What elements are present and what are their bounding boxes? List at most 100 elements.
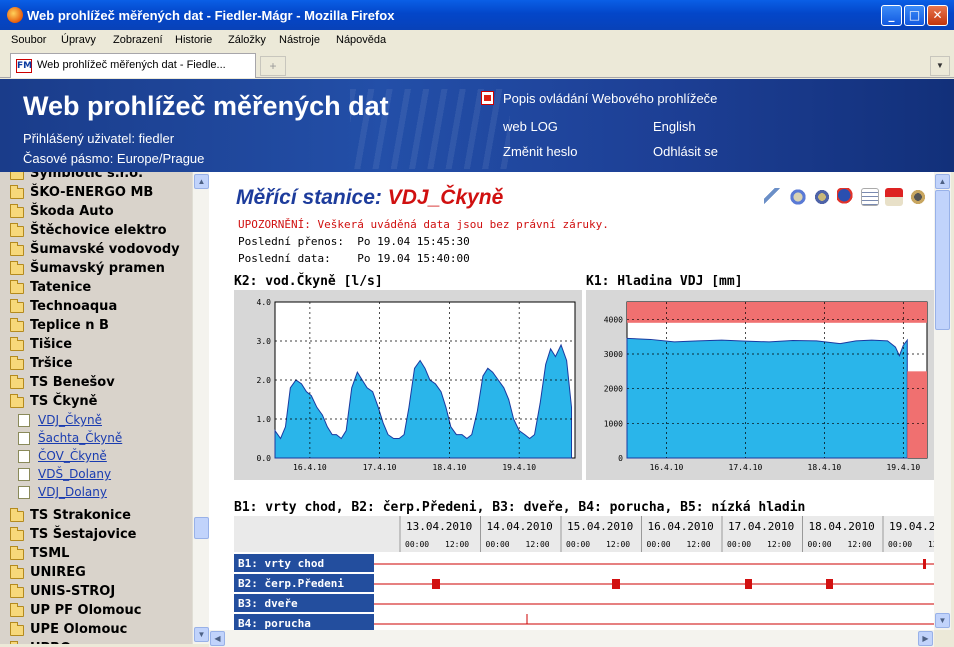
- tree-item-label: Škoda Auto: [30, 204, 114, 219]
- document-icon: [18, 468, 30, 481]
- menu-1[interactable]: Úpravy: [61, 34, 96, 46]
- minimize-button[interactable]: _: [881, 5, 902, 26]
- hour-label: 00:00: [727, 540, 751, 549]
- menu-4[interactable]: Záložky: [228, 34, 266, 46]
- x-tick-label: 19.4.10: [502, 463, 536, 472]
- folder-icon: [10, 584, 24, 598]
- chart-k2-title: K2: vod.Čkyně [l/s]: [234, 274, 383, 289]
- scroll-up-icon[interactable]: ▲: [194, 174, 209, 189]
- y-tick-label: 2000: [604, 385, 623, 394]
- date-label: 18.04.2010: [809, 520, 875, 533]
- folder-icon: [10, 299, 24, 313]
- hour-label: 00:00: [647, 540, 671, 549]
- hour-label: 12:00: [848, 540, 872, 549]
- gears-icon[interactable]: [789, 188, 807, 206]
- scroll-up-icon[interactable]: ▲: [935, 174, 950, 189]
- window-titlebar: Web prohlížeč měřených dat - Fiedler-Mág…: [0, 0, 954, 30]
- maximize-button[interactable]: □: [904, 5, 925, 26]
- timezone: Časové pásmo: Europe/Prague: [23, 151, 205, 166]
- date-label: 13.04.2010: [406, 520, 472, 533]
- main-content: Měřící stanice: VDJ_Čkyně UPOZORNĚNÍ: Ve…: [209, 172, 934, 630]
- tree-item-label: TS Šestajovice: [30, 527, 137, 542]
- event-mark: [612, 579, 620, 589]
- events-title: B1: vrty chod, B2: čerp.Předeni, B3: dve…: [234, 500, 806, 515]
- tree-item-label: UNIREG: [30, 565, 86, 580]
- document-icon: [18, 414, 30, 427]
- sidebar-scrollbar[interactable]: ▲ ▼: [192, 172, 209, 644]
- event-timeline[interactable]: 13.04.2010 00:00 12:00 14.04.2010 00:00 12:00…: [234, 516, 934, 630]
- event-row-label: B3: dveře: [238, 597, 298, 610]
- date-label: 16.04.2010: [648, 520, 714, 533]
- folder-icon: [10, 280, 24, 294]
- horizontal-scrollbar[interactable]: ◀ ▶: [209, 630, 934, 647]
- tree-item-label: ŠKO-ENERGO MB: [30, 185, 154, 200]
- folder-icon: [10, 565, 24, 579]
- tree-subitem-label: VDŠ_Dolany: [38, 467, 112, 481]
- window-title: Web prohlížeč měřených dat - Fiedler-Mág…: [27, 8, 395, 23]
- chart-k1-panel[interactable]: 0 1000 2000 3000 4000 16.4.10 17.4.10 18.4.10 19…: [586, 290, 934, 480]
- menu-0[interactable]: Soubor: [11, 34, 46, 46]
- x-tick-label: 18.4.10: [808, 463, 842, 472]
- chart-k1: 0 1000 2000 3000 4000 16.4.10 17.4.10 18.4.10 19…: [604, 301, 928, 472]
- menu-6[interactable]: Nápověda: [336, 34, 386, 46]
- main-scrollbar[interactable]: ▲ ▼: [934, 172, 951, 630]
- last-data: Poslední data: Po 19.04 15:40:00: [238, 252, 470, 265]
- page-title: Web prohlížeč měřených dat: [23, 91, 389, 121]
- folder-icon: [10, 261, 24, 275]
- help-link[interactable]: Popis ovládání Webového prohlížeče: [503, 91, 717, 106]
- scroll-down-icon[interactable]: ▼: [935, 613, 950, 628]
- warning-text: UPOZORNĚNÍ: Veškerá uváděná data jsou be…: [238, 218, 609, 231]
- hour-label: 12:00: [445, 540, 469, 549]
- menu-3[interactable]: Historie: [175, 34, 212, 46]
- x-tick-label: 16.4.10: [293, 463, 327, 472]
- menubar: Soubor Úpravy Zobrazení Historie Záložky Nást…: [0, 30, 954, 50]
- event-chart: 13.04.2010 00:00 12:00 14.04.2010 00:00 12:00…: [234, 516, 934, 630]
- scroll-right-icon[interactable]: ▶: [918, 631, 933, 646]
- tree-subitem-label: ČOV_Čkyně: [38, 449, 107, 463]
- tree-item-label: TSML: [30, 546, 70, 561]
- date-label: 14.04.2010: [487, 520, 553, 533]
- tab-list-button[interactable]: ▼: [930, 56, 950, 76]
- tree-item-label: Šumavský pramen: [30, 261, 165, 276]
- folder-icon: [10, 375, 24, 389]
- tab-bar: FM Web prohlížeč měřených dat - Fiedle..…: [0, 50, 954, 78]
- y-tick-label: 4.0: [257, 298, 272, 307]
- scroll-left-icon[interactable]: ◀: [210, 631, 225, 646]
- wrench-icon[interactable]: [764, 188, 782, 206]
- x-tick-label: 17.4.10: [363, 463, 397, 472]
- logout-link[interactable]: Odhlásit se: [653, 144, 718, 159]
- chart-k2: 0.0 1.0 2.0 3.0 4.0 16.4.10 17.4.10 18.4.10 19.4…: [257, 298, 576, 472]
- tree-subitem-label: VDJ_Dolany: [38, 485, 107, 499]
- parking-icon[interactable]: [837, 188, 855, 206]
- web-log-link[interactable]: web LOG: [503, 119, 558, 134]
- x-tick-label: 18.4.10: [433, 463, 467, 472]
- scroll-thumb[interactable]: [935, 190, 950, 330]
- station-tree: Symbiotic s.r.o. ŠKO-ENERGO MB Škoda Auto Š…: [0, 172, 192, 644]
- document-icon: [18, 486, 30, 499]
- hour-label: 12:00: [687, 540, 711, 549]
- tree-item-label: Šumavské vodovody: [30, 242, 180, 257]
- menu-5[interactable]: Nástroje: [279, 34, 320, 46]
- tree-item-label: UPE Olomouc: [30, 622, 128, 637]
- close-button[interactable]: ✕: [927, 5, 948, 26]
- event-mark: [432, 579, 440, 589]
- scroll-down-icon[interactable]: ▼: [194, 627, 209, 642]
- browser-tab[interactable]: FM Web prohlížeč měřených dat - Fiedle..…: [10, 53, 256, 78]
- new-tab-button[interactable]: +: [260, 56, 286, 76]
- chart-k2-panel[interactable]: 0.0 1.0 2.0 3.0 4.0 16.4.10 17.4.10 18.4.10 19.4…: [234, 290, 582, 480]
- language-link[interactable]: English: [653, 119, 696, 134]
- change-password-link[interactable]: Změnit heslo: [503, 144, 577, 159]
- notes-icon[interactable]: [861, 188, 879, 206]
- export-icon[interactable]: [885, 188, 903, 206]
- menu-2[interactable]: Zobrazení: [113, 34, 163, 46]
- settings-icon[interactable]: [909, 188, 927, 206]
- document-icon: [18, 432, 30, 445]
- sigma-icon[interactable]: [813, 188, 831, 206]
- folder-icon: [10, 318, 24, 332]
- tree-item-label: Symbiotic s.r.o.: [30, 172, 144, 181]
- tree-item-label: Tršice: [30, 356, 73, 371]
- scroll-thumb[interactable]: [194, 517, 209, 539]
- folder-icon: [10, 546, 24, 560]
- chart-k1-title: K1: Hladina VDJ [mm]: [586, 274, 743, 289]
- tree-item-label: TS Strakonice: [30, 508, 131, 523]
